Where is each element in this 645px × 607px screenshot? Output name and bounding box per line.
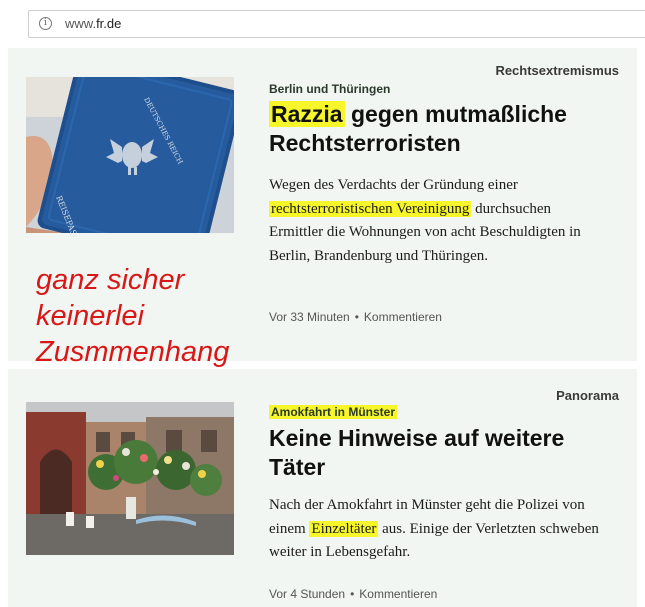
- annotation-line: ganz sicher: [36, 264, 185, 296]
- separator-dot: •: [350, 587, 355, 601]
- browser-toolbar: i www.fr.de: [0, 0, 645, 46]
- article-teaser: Wegen des Verdachts der Gründung einer r…: [269, 174, 599, 268]
- timestamp: Vor 4 Stunden: [269, 587, 346, 601]
- comment-link[interactable]: Kommentieren: [364, 310, 442, 324]
- article-card-amokfahrt[interactable]: Panorama Amokfahrt in Münster Keine Hinw…: [8, 369, 637, 607]
- highlighted-kicker: Amokfahrt in Münster: [269, 405, 398, 419]
- annotation-line: keinerlei: [36, 300, 144, 332]
- article-kicker: Berlin und Thüringen: [269, 82, 391, 96]
- url-prefix: www.: [65, 16, 97, 31]
- passport-photo-icon: DEUTSCHES REICH REISEPASS: [26, 77, 234, 233]
- separator-dot: •: [354, 310, 359, 324]
- highlighted-word: Razzia: [269, 101, 345, 127]
- category-label[interactable]: Panorama: [556, 388, 619, 403]
- address-bar[interactable]: i www.fr.de: [28, 10, 645, 38]
- article-image-passport[interactable]: DEUTSCHES REICH REISEPASS: [26, 77, 234, 233]
- comment-link[interactable]: Kommentieren: [359, 587, 437, 601]
- red-annotation: ganz sicher keinerlei Zusmmenhang: [36, 262, 296, 370]
- memorial-flowers-photo-icon: [26, 402, 234, 555]
- url-text: www.fr.de: [65, 16, 121, 31]
- article-headline[interactable]: Razzia gegen mutmaßliche Rechtsterrorist…: [269, 100, 614, 158]
- highlighted-phrase: rechtsterroristischen Vereinigung: [269, 200, 472, 217]
- article-headline[interactable]: Keine Hinweise auf weitere Täter: [269, 424, 614, 482]
- category-label[interactable]: Rechtsextremismus: [495, 63, 619, 78]
- info-icon[interactable]: i: [39, 17, 52, 30]
- url-host: fr.de: [96, 16, 122, 31]
- article-kicker: Amokfahrt in Münster: [269, 405, 398, 419]
- annotation-line: Zusmmenhang: [36, 336, 230, 368]
- article-image-memorial[interactable]: [26, 402, 234, 555]
- article-meta: Vor 4 Stunden • Kommentieren: [269, 587, 437, 601]
- article-teaser: Nach der Amokfahrt in Münster geht die P…: [269, 494, 599, 565]
- teaser-text: Wegen des Verdachts der Gründung einer: [269, 177, 518, 193]
- highlighted-word: Einzeltäter: [309, 520, 379, 537]
